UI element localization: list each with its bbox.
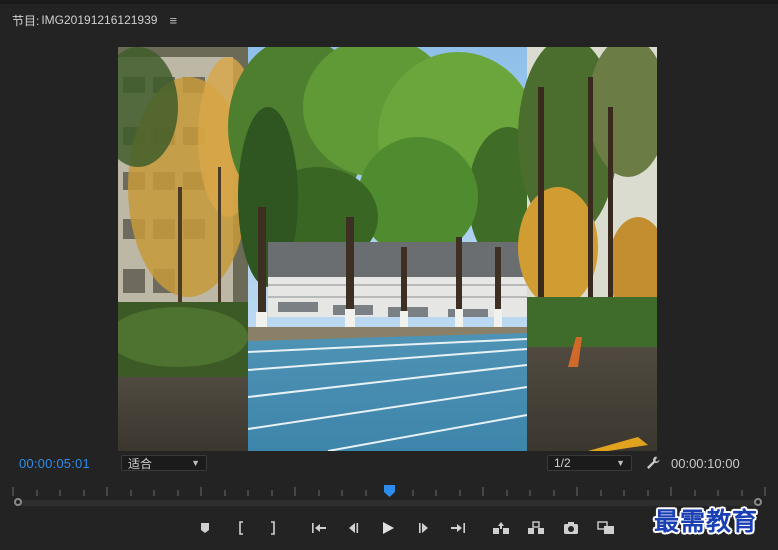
mark-out-icon[interactable]: [263, 518, 283, 538]
sequence-name: IMG20191216121939: [41, 13, 158, 27]
panel-top-strip: [0, 0, 778, 4]
add-marker-icon[interactable]: [195, 518, 215, 538]
program-monitor-video[interactable]: [118, 47, 657, 451]
zoom-fit-select[interactable]: 适合 ▼: [121, 455, 207, 471]
step-forward-icon[interactable]: [414, 518, 434, 538]
lift-icon[interactable]: [491, 518, 511, 538]
export-frame-icon[interactable]: [561, 518, 581, 538]
panel-title-prefix: 节目:: [12, 13, 40, 28]
right-blur-panel: [518, 47, 657, 451]
duration-timecode: 00:00:10:00: [671, 456, 740, 471]
hamburger-icon[interactable]: ≡: [169, 13, 177, 28]
current-timecode[interactable]: 00:00:05:01: [19, 456, 90, 471]
playback-resolution-value: 1/2: [554, 456, 571, 470]
comparison-view-icon[interactable]: [596, 518, 616, 538]
watermark-logo: 最需教育: [654, 507, 759, 536]
scrollbar-handle-left[interactable]: [14, 498, 22, 506]
panel-header: 节目: IMG20191216121939 ≡: [12, 10, 177, 30]
wrench-icon[interactable]: [645, 455, 661, 471]
go-to-in-icon[interactable]: [309, 518, 329, 538]
go-to-out-icon[interactable]: [448, 518, 468, 538]
center-main-frame: [228, 47, 548, 451]
chevron-down-icon: ▼: [191, 458, 200, 468]
extract-icon[interactable]: [526, 518, 546, 538]
zoom-scrollbar[interactable]: [18, 500, 760, 506]
playhead-icon[interactable]: [383, 484, 395, 497]
mark-in-icon[interactable]: [231, 518, 251, 538]
playback-resolution-select[interactable]: 1/2 ▼: [547, 455, 632, 471]
zoom-fit-value: 适合: [128, 456, 153, 471]
chevron-down-icon: ▼: [616, 458, 625, 468]
step-back-icon[interactable]: [343, 518, 363, 538]
play-icon[interactable]: [378, 518, 398, 538]
